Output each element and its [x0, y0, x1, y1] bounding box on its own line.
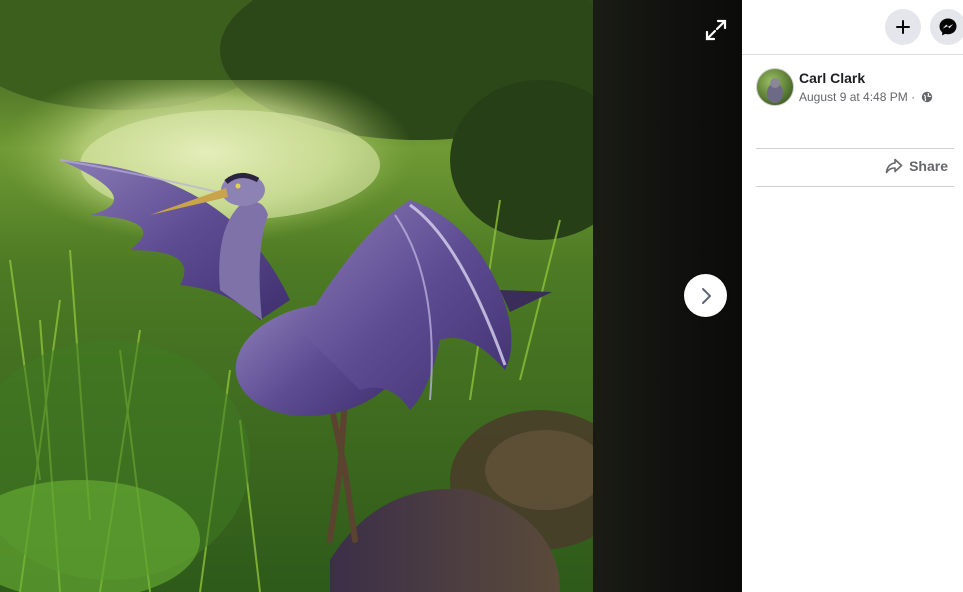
post-actions: Share	[756, 148, 954, 187]
top-bar	[742, 0, 963, 55]
post-date[interactable]: August 9 at 4:48 PM ·	[799, 90, 915, 104]
heron-image	[0, 0, 593, 592]
post-header: Carl Clark August 9 at 4:48 PM ·	[756, 68, 956, 108]
globe-icon	[921, 91, 933, 106]
heron-photo	[0, 0, 593, 592]
share-button[interactable]: Share	[885, 158, 948, 174]
chevron-right-icon	[701, 287, 711, 304]
messenger-icon	[939, 18, 957, 36]
avatar[interactable]	[756, 68, 794, 106]
share-icon	[885, 158, 903, 174]
share-label: Share	[909, 158, 948, 174]
post-timestamp: August 9 at 4:48 PM ·	[799, 90, 933, 106]
author-name[interactable]: Carl Clark	[799, 70, 865, 86]
expand-icon[interactable]	[702, 16, 730, 44]
photo-viewer	[0, 0, 742, 592]
post-sidebar: Carl Clark August 9 at 4:48 PM · Share	[742, 0, 963, 592]
messenger-button[interactable]	[930, 9, 963, 45]
create-button[interactable]	[885, 9, 921, 45]
next-photo-button[interactable]	[684, 274, 727, 317]
plus-icon	[896, 20, 910, 34]
